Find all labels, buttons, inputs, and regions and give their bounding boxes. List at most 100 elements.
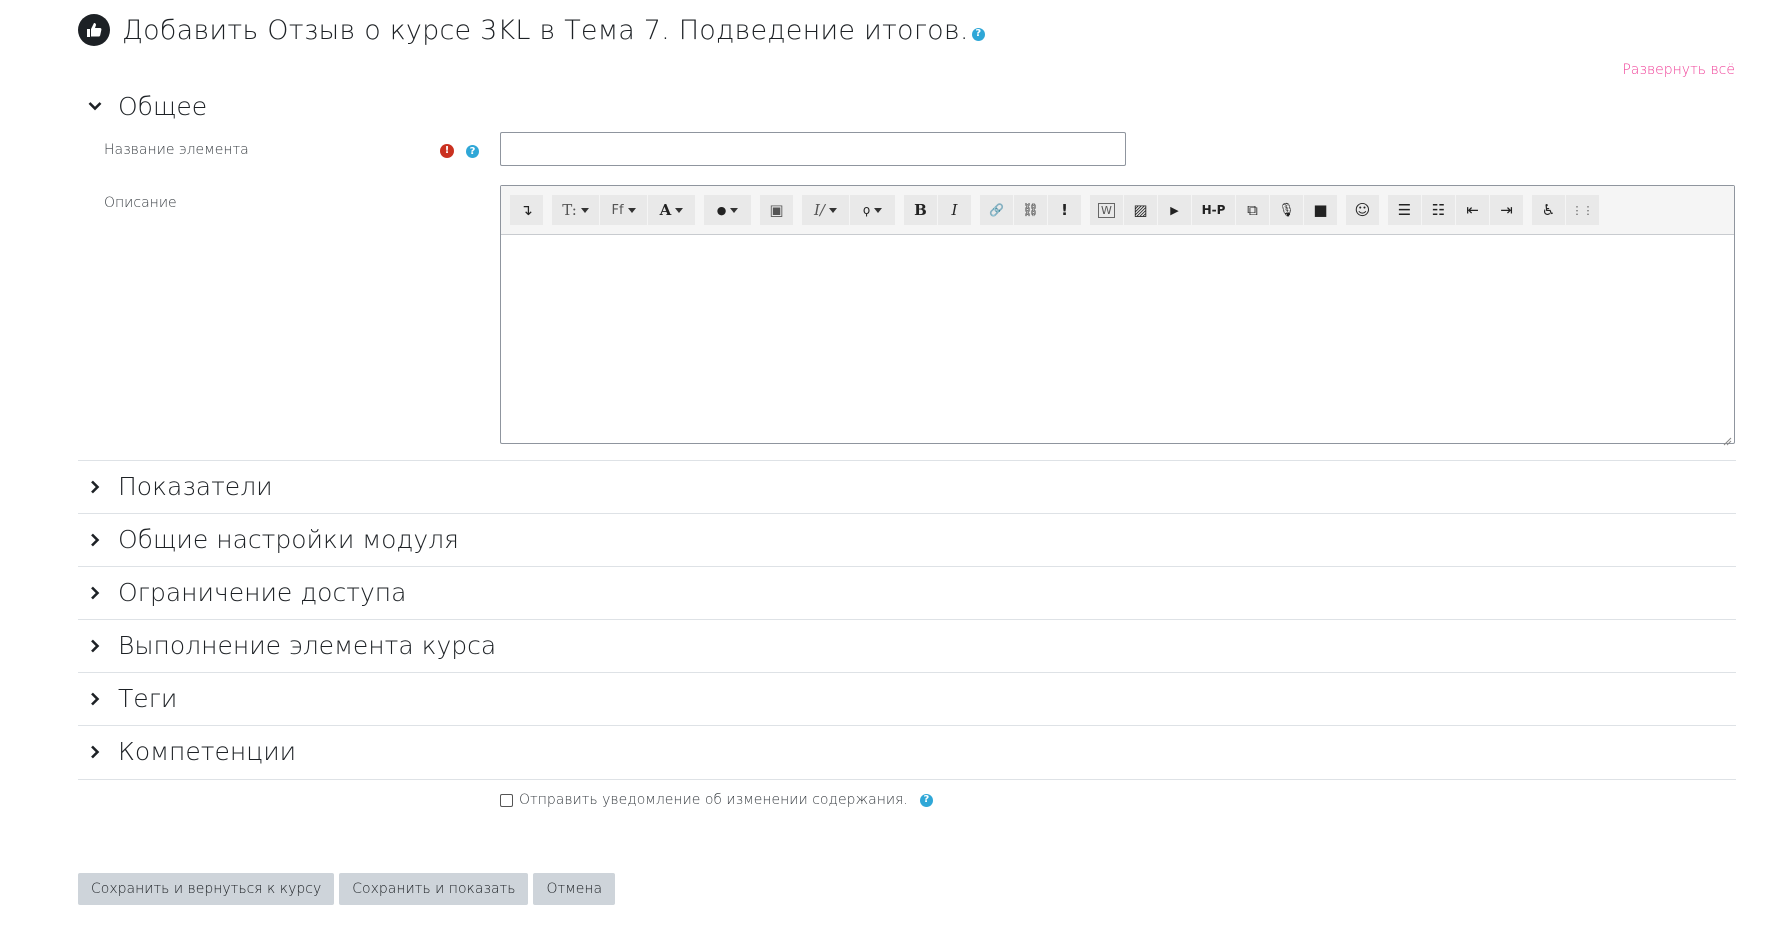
notify-checkbox[interactable]	[500, 793, 513, 807]
image-icon: ▨	[1133, 201, 1148, 219]
wiris-button[interactable]: ϙ	[850, 195, 896, 225]
block-icon: ▣	[769, 201, 784, 219]
editor-toolbar: ↴ T: Ff A ● ▣ I/ ϙ B I 🔗 ⛓ ! W ▨ ▶ H-P ⧉…	[501, 186, 1734, 235]
divider	[78, 779, 1736, 780]
section-title: Компетенции	[118, 737, 297, 766]
save-and-display-button[interactable]: Сохранить и показать	[339, 873, 529, 905]
media-icon: ▶	[1170, 203, 1179, 217]
cancel-button[interactable]: Отмена	[533, 873, 616, 905]
feedback-thumbs-up-icon	[78, 14, 110, 46]
indent-button[interactable]: ⇥	[1490, 195, 1524, 225]
h5p-icon: H-P	[1201, 203, 1226, 217]
form-buttons: Сохранить и вернуться к курсу Сохранить …	[78, 873, 616, 905]
background-color-icon: ●	[716, 203, 727, 217]
description-field-label: Описание	[104, 195, 177, 211]
description-editor-area[interactable]	[501, 235, 1734, 443]
caret-icon	[874, 207, 883, 213]
word-import-button[interactable]: W	[1090, 195, 1124, 225]
background-color-button[interactable]: ●	[704, 195, 752, 225]
ordered-list-button[interactable]: ☷	[1422, 195, 1456, 225]
caret-icon	[675, 207, 684, 213]
resize-grip-icon[interactable]	[1722, 431, 1732, 446]
caret-icon	[580, 207, 589, 213]
font-family-button[interactable]: Ff	[600, 195, 648, 225]
chevron-right-icon	[88, 745, 102, 759]
italic-button[interactable]: I	[938, 195, 972, 225]
title-help-icon[interactable]: ?	[971, 27, 985, 41]
section-activity-completion[interactable]: Выполнение элемента курса	[78, 619, 1736, 671]
required-icon: !	[440, 144, 454, 158]
section-title: Общие настройки модуля	[118, 525, 459, 554]
section-module-settings[interactable]: Общие настройки модуля	[78, 513, 1736, 565]
word-import-icon: W	[1098, 202, 1115, 218]
manage-files-button[interactable]: ⧉	[1236, 195, 1270, 225]
record-audio-icon: 🎙	[1278, 202, 1295, 218]
outdent-icon: ⇤	[1466, 201, 1479, 219]
accessibility-icon: ♿	[1541, 201, 1556, 219]
screenreader-helper-button[interactable]: ⋮⋮	[1566, 195, 1600, 225]
section-general-title: Общее	[118, 91, 208, 121]
notify-help-icon[interactable]: ?	[919, 793, 933, 807]
indent-icon: ⇥	[1500, 201, 1513, 219]
name-help-icon[interactable]: ?	[466, 145, 479, 158]
section-general: Общее	[78, 84, 1736, 128]
record-video-button[interactable]: ■	[1304, 195, 1338, 225]
chevron-right-icon	[88, 480, 102, 494]
unordered-list-button[interactable]: ☰	[1388, 195, 1422, 225]
media-button[interactable]: ▶	[1158, 195, 1192, 225]
bold-button[interactable]: B	[904, 195, 938, 225]
page-title: Добавить Отзыв о курсе 3KL в Тема 7. Под…	[122, 14, 969, 46]
save-and-return-button[interactable]: Сохранить и вернуться к курсу	[78, 873, 335, 905]
ordered-list-icon: ☷	[1431, 201, 1446, 219]
section-title: Выполнение элемента курса	[118, 631, 497, 660]
accessibility-checker-button[interactable]: ♿	[1532, 195, 1566, 225]
emoji-button[interactable]: ☺	[1346, 195, 1380, 225]
unlink-button[interactable]: ⛓	[1014, 195, 1048, 225]
font-size-icon: T:	[562, 201, 577, 219]
section-tags[interactable]: Теги	[78, 672, 1736, 724]
chevron-right-icon	[88, 692, 102, 706]
section-indicators[interactable]: Показатели	[78, 460, 1736, 512]
style-icon: I/	[814, 201, 825, 219]
link-button[interactable]: 🔗	[980, 195, 1014, 225]
bold-icon: B	[914, 201, 927, 219]
font-size-button[interactable]: T:	[552, 195, 600, 225]
block-button[interactable]: ▣	[760, 195, 794, 225]
chevron-right-icon	[88, 586, 102, 600]
section-title: Теги	[118, 684, 178, 713]
section-general-header[interactable]: Общее	[78, 84, 1736, 128]
chevron-right-icon	[88, 639, 102, 653]
chevron-right-icon	[88, 533, 102, 547]
name-field-label: Название элемента	[104, 142, 249, 158]
page-header: Добавить Отзыв о курсе 3KL в Тема 7. Под…	[78, 8, 985, 52]
h5p-button[interactable]: H-P	[1192, 195, 1236, 225]
record-video-icon: ■	[1313, 201, 1328, 219]
section-competencies[interactable]: Компетенции	[78, 725, 1736, 777]
chevron-down-icon	[88, 99, 102, 113]
important-button[interactable]: !	[1048, 195, 1082, 225]
font-color-button[interactable]: A	[648, 195, 696, 225]
style-button[interactable]: I/	[802, 195, 850, 225]
outdent-button[interactable]: ⇤	[1456, 195, 1490, 225]
link-icon: 🔗	[989, 203, 1004, 217]
screenreader-icon: ⋮⋮	[1571, 203, 1594, 217]
wiris-icon: ϙ	[862, 203, 871, 217]
record-audio-button[interactable]: 🎙	[1270, 195, 1304, 225]
name-input[interactable]	[500, 132, 1126, 166]
font-color-icon: A	[659, 201, 672, 219]
font-family-icon: Ff	[611, 202, 624, 218]
unordered-list-icon: ☰	[1397, 201, 1412, 219]
section-access-restrictions[interactable]: Ограничение доступа	[78, 566, 1736, 618]
caret-icon	[627, 207, 636, 213]
image-button[interactable]: ▨	[1124, 195, 1158, 225]
emoji-icon: ☺	[1354, 201, 1371, 219]
unlink-icon: ⛓	[1022, 202, 1039, 218]
italic-icon: I	[951, 201, 958, 219]
description-editor: ↴ T: Ff A ● ▣ I/ ϙ B I 🔗 ⛓ ! W ▨ ▶ H-P ⧉…	[500, 185, 1735, 446]
collapse-toggle-button[interactable]: ↴	[510, 195, 544, 225]
manage-files-icon: ⧉	[1247, 201, 1258, 219]
notify-row: Отправить уведомление об изменении содер…	[500, 790, 933, 810]
expand-all-link[interactable]: Развернуть всё	[1622, 62, 1735, 78]
important-icon: !	[1061, 201, 1068, 219]
caret-icon	[828, 207, 837, 213]
